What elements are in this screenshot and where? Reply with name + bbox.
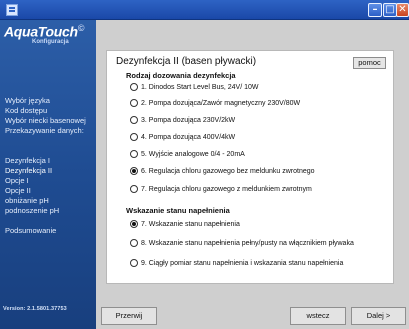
close-button[interactable]: ✕ (396, 3, 409, 17)
sidebar-item-access-code[interactable]: Kod dostępu (5, 106, 97, 116)
option-label: 7. Regulacja chloru gazowego z meldunkie… (141, 185, 312, 193)
app-icon[interactable] (6, 4, 18, 16)
sidebar-nav-group-2: Dezynfekcja I Dezynfekcja II Opcje I Opc… (5, 156, 97, 216)
radio-button[interactable] (130, 150, 138, 158)
radio-button[interactable] (130, 239, 138, 247)
maximize-button[interactable]: □ (383, 3, 397, 17)
option-label: 4. Pompa dozująca 400V/4kW (141, 133, 236, 141)
page-title: Dezynfekcja II (basen pływacki) (116, 56, 257, 67)
level-section-title: Wskazanie stanu napełnienia (126, 206, 230, 215)
radio-button-selected[interactable] (130, 167, 138, 175)
level-option-7[interactable]: 7. Wskazanie stanu napełnienia (130, 219, 240, 229)
dosing-option-7[interactable]: 7. Regulacja chloru gazowego z meldunkie… (130, 184, 312, 194)
option-label: 9. Ciągły pomiar stanu napełnienia i wsk… (141, 259, 344, 267)
sidebar-nav-group-1: Wybór języka Kod dostępu Wybór niecki ba… (5, 96, 97, 136)
cancel-button[interactable]: Przerwij (101, 307, 157, 325)
radio-button[interactable] (130, 116, 138, 124)
back-button[interactable]: wstecz (290, 307, 346, 325)
dosing-option-5[interactable]: 5. Wyjście analogowe 0/4 - 20mA (130, 149, 245, 159)
version-label: Version: 2.1.5801.37753 (3, 306, 67, 312)
radio-button[interactable] (130, 259, 138, 267)
help-button[interactable]: pomoc (353, 57, 386, 69)
sidebar-item-ph-lowering[interactable]: obniżanie pH (5, 196, 97, 206)
sidebar-item-options-1[interactable]: Opcje I (5, 176, 97, 186)
radio-button-selected[interactable] (130, 220, 138, 228)
option-label: 2. Pompa dozująca/Zawór magnetyczny 230V… (141, 99, 301, 107)
dosing-option-4[interactable]: 4. Pompa dozująca 400V/4kW (130, 132, 235, 142)
dosing-option-3[interactable]: 3. Pompa dozująca 230V/2kW (130, 115, 235, 125)
app-logo: AquaTouch© Konfiguracja (4, 23, 94, 45)
option-label: 7. Wskazanie stanu napełnienia (141, 220, 240, 228)
dosing-option-6[interactable]: 6. Regulacja chloru gazowego bez meldunk… (130, 166, 315, 176)
sidebar-item-language[interactable]: Wybór języka (5, 96, 97, 106)
option-label: 1. Dinodos Start Level Bus, 24V/ 10W (141, 83, 259, 91)
level-option-9[interactable]: 9. Ciągły pomiar stanu napełnienia i wsk… (130, 258, 343, 268)
dosing-option-2[interactable]: 2. Pompa dozująca/Zawór magnetyczny 230V… (130, 98, 300, 108)
option-label: 3. Pompa dozująca 230V/2kW (141, 116, 236, 124)
logo-text: AquaTouch© (4, 23, 85, 40)
sidebar-item-pool-selection[interactable]: Wybór niecki basenowej (5, 116, 97, 126)
level-option-8[interactable]: 8. Wskazanie stanu napełnienia pełny/pus… (130, 238, 354, 248)
option-label: 6. Regulacja chloru gazowego bez meldunk… (141, 167, 315, 175)
radio-button[interactable] (130, 99, 138, 107)
title-bar: – □ ✕ (0, 0, 409, 20)
dosing-option-1[interactable]: 1. Dinodos Start Level Bus, 24V/ 10W (130, 82, 259, 92)
option-label: 8. Wskazanie stanu napełnienia pełny/pus… (141, 239, 354, 247)
copyright-mark: © (77, 23, 85, 33)
sidebar-nav-group-3: Podsumowanie (5, 226, 97, 236)
sidebar-item-ph-raising[interactable]: podnoszenie pH (5, 206, 97, 216)
sidebar-item-disinfection-2[interactable]: Dezynfekcja II (5, 166, 97, 176)
sidebar-item-summary[interactable]: Podsumowanie (5, 226, 97, 236)
sidebar-item-data-transfer[interactable]: Przekazywanie danych: (5, 126, 97, 136)
sidebar-item-disinfection-1[interactable]: Dezynfekcja I (5, 156, 97, 166)
radio-button[interactable] (130, 185, 138, 193)
radio-button[interactable] (130, 133, 138, 141)
option-label: 5. Wyjście analogowe 0/4 - 20mA (141, 150, 245, 158)
radio-button[interactable] (130, 83, 138, 91)
minimize-button[interactable]: – (368, 3, 382, 17)
sidebar-item-options-2[interactable]: Opcje II (5, 186, 97, 196)
next-button[interactable]: Dalej > (351, 307, 406, 325)
dosing-section-title: Rodzaj dozowania dezynfekcja (126, 71, 236, 80)
logo-subtitle: Konfiguracja (32, 38, 69, 45)
